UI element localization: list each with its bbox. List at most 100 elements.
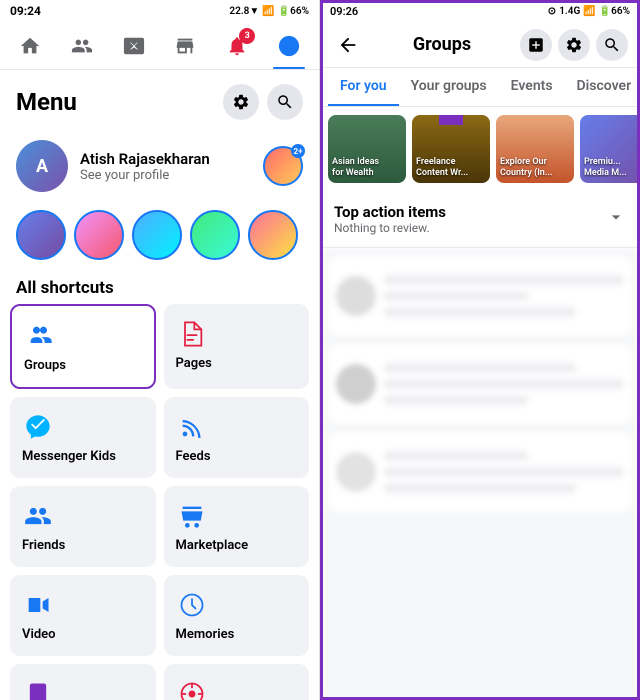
story-4[interactable]	[190, 210, 240, 260]
groups-settings-button[interactable]	[558, 29, 590, 61]
nav-marketplace[interactable]	[163, 24, 207, 68]
menu-action-buttons	[223, 84, 303, 120]
header-action-buttons	[520, 29, 628, 61]
top-action-info: Top action items Nothing to review.	[334, 203, 446, 235]
right-wifi-icon: 📶	[583, 6, 595, 17]
right-status-bar: 09:26 ⊙ 1.4G 📶 🔋66%	[320, 0, 640, 22]
shortcut-memories[interactable]: Memories	[164, 575, 310, 656]
shortcut-friends[interactable]: Friends	[10, 486, 156, 567]
feed-card-1	[328, 256, 632, 336]
top-action-sub: Nothing to review.	[334, 221, 446, 235]
shortcut-saved[interactable]: Saved	[10, 664, 156, 700]
left-wifi-icon: 📶	[262, 6, 274, 17]
left-nav-bar: 3	[0, 22, 319, 70]
memories-label: Memories	[176, 627, 298, 642]
group-card-4-label: Premiu...Media M...	[584, 157, 627, 179]
feed-line-1	[384, 275, 624, 285]
story-row	[0, 202, 319, 268]
search-icon	[276, 93, 294, 111]
group-cards-row: Asian Ideasfor Wealth FreelanceContent W…	[320, 107, 640, 191]
tab-your-groups[interactable]: Your groups	[399, 68, 499, 106]
avatar-badge: 2+	[291, 144, 305, 158]
feed-line-2	[384, 291, 528, 301]
home-icon	[19, 35, 41, 57]
memories-icon	[176, 589, 208, 621]
friends-icon	[71, 35, 93, 57]
tab-for-you[interactable]: For you	[328, 68, 399, 106]
feed-avatar-1	[336, 276, 376, 316]
shortcut-marketplace[interactable]: Marketplace	[164, 486, 310, 567]
group-card-3[interactable]: Explore OurCountry (In...	[496, 115, 574, 183]
group-card-1-label: Asian Ideasfor Wealth	[332, 157, 379, 179]
left-battery-icon: 🔋66%	[278, 6, 309, 17]
messenger-kids-label: Messenger Kids	[22, 449, 144, 464]
nav-friends[interactable]	[60, 24, 104, 68]
shortcut-feeds[interactable]: Feeds	[164, 397, 310, 478]
feed-lines-2	[384, 363, 624, 405]
story-5[interactable]	[248, 210, 298, 260]
shortcut-messenger-kids[interactable]: Messenger Kids	[10, 397, 156, 478]
left-signal-text: 22.8▼	[229, 6, 259, 17]
right-time: 09:26	[330, 5, 358, 18]
group-card-1[interactable]: Asian Ideasfor Wealth	[328, 115, 406, 183]
tab-events[interactable]: Events	[499, 68, 565, 106]
marketplace-shortcut-icon	[176, 500, 208, 532]
left-time: 09:24	[10, 4, 41, 18]
profile-info: Atish Rajasekharan See your profile	[80, 150, 251, 183]
left-status-bar: 09:24 22.8▼ 📶 🔋66%	[0, 0, 319, 22]
pages-icon	[176, 318, 208, 350]
back-button[interactable]	[332, 29, 364, 61]
nav-home[interactable]	[8, 24, 52, 68]
shortcut-reels[interactable]: Reels	[164, 664, 310, 700]
story-1[interactable]	[16, 210, 66, 260]
feed-line-4	[384, 363, 576, 373]
shortcut-groups[interactable]: Groups	[10, 304, 156, 389]
shortcut-pages[interactable]: Pages	[164, 304, 310, 389]
menu-settings-button[interactable]	[223, 84, 259, 120]
feeds-icon	[176, 411, 208, 443]
story-3[interactable]	[132, 210, 182, 260]
feed-lines-1	[384, 275, 624, 317]
friends-shortcut-icon	[22, 500, 54, 532]
gear-icon	[232, 93, 250, 111]
feed-avatar-2	[336, 364, 376, 404]
back-arrow-icon	[337, 34, 359, 56]
feed-line-6	[384, 395, 528, 405]
top-action-section: Top action items Nothing to review.	[320, 191, 640, 248]
nav-notifications[interactable]: 3	[215, 24, 259, 68]
shortcut-video[interactable]: Video	[10, 575, 156, 656]
profile-row[interactable]: A Atish Rajasekharan See your profile 2+	[0, 130, 319, 202]
friends-label: Friends	[22, 538, 144, 553]
video-icon	[123, 35, 145, 57]
menu-header: Menu	[0, 70, 319, 130]
groups-search-button[interactable]	[596, 29, 628, 61]
feed-area	[320, 248, 640, 700]
feed-line-9	[384, 483, 576, 493]
menu-profile-icon	[278, 35, 300, 57]
all-shortcuts-label: All shortcuts	[0, 268, 319, 304]
profile-avatar-right[interactable]: 2+	[263, 146, 303, 186]
avatar: A	[16, 140, 68, 192]
search-icon	[603, 36, 621, 54]
add-group-button[interactable]	[520, 29, 552, 61]
tab-discover[interactable]: Discover	[565, 68, 640, 106]
pages-label: Pages	[176, 356, 298, 371]
nav-menu[interactable]	[267, 24, 311, 68]
profile-name: Atish Rajasekharan	[80, 150, 251, 168]
top-action-chevron[interactable]	[606, 207, 626, 231]
menu-search-button[interactable]	[267, 84, 303, 120]
nav-video[interactable]	[112, 24, 156, 68]
groups-label: Groups	[24, 358, 142, 373]
profile-sub: See your profile	[80, 168, 251, 183]
group-card-4[interactable]: Premiu...Media M...	[580, 115, 640, 183]
feed-card-3	[328, 432, 632, 512]
feed-line-8	[384, 467, 624, 477]
video-shortcut-icon	[22, 589, 54, 621]
story-2[interactable]	[74, 210, 124, 260]
store-icon	[174, 35, 196, 57]
feed-avatar-3	[336, 452, 376, 492]
group-card-2[interactable]: FreelanceContent Wr...	[412, 115, 490, 183]
feed-lines-3	[384, 451, 624, 493]
notification-badge: 3	[239, 28, 255, 44]
saved-icon	[22, 678, 54, 700]
